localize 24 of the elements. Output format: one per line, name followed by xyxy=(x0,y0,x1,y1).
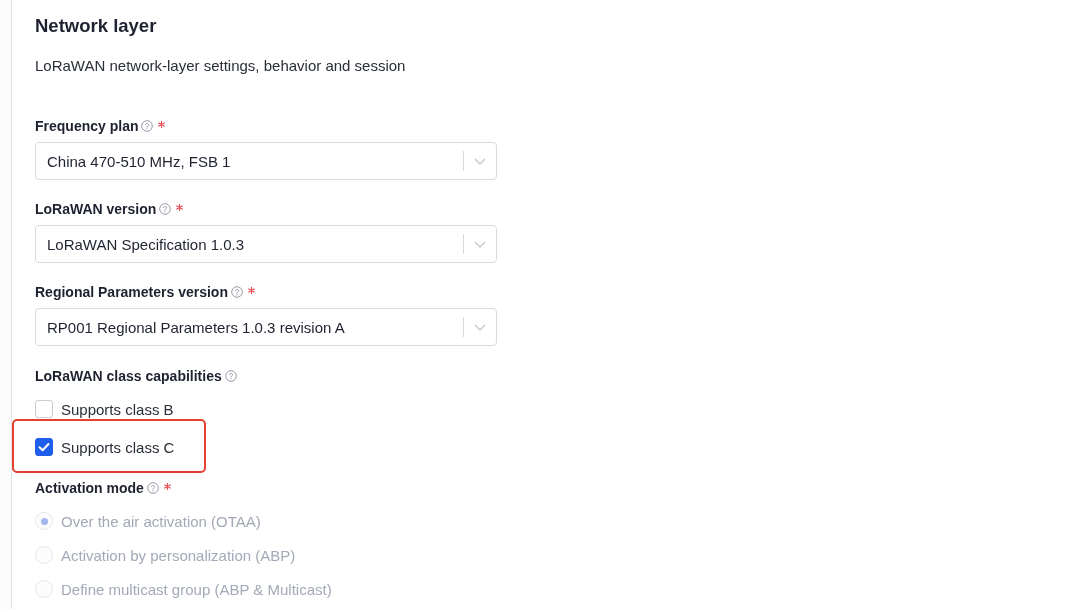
section-title: Network layer xyxy=(35,15,158,37)
checkbox-label: Supports class B xyxy=(61,400,174,418)
help-icon[interactable] xyxy=(159,203,172,215)
help-icon[interactable] xyxy=(224,370,237,382)
field-label: LoRaWAN class capabilities xyxy=(35,368,222,384)
help-icon[interactable] xyxy=(141,120,154,132)
chevron-icon xyxy=(474,240,486,248)
help-icon[interactable] xyxy=(146,482,159,494)
select-field[interactable]: RP001 Regional Parameters 1.0.3 revision A xyxy=(35,308,497,346)
select-field[interactable]: LoRaWAN Specification 1.0.3 xyxy=(35,225,497,263)
radio-label: Activation by personalization (ABP) xyxy=(61,546,296,564)
radio-label: Define multicast group (ABP & Multicast) xyxy=(61,580,332,598)
field-label: Frequency plan xyxy=(35,118,139,134)
chevron-icon xyxy=(474,323,486,331)
checkbox-label: Supports class C xyxy=(61,438,175,456)
help-icon[interactable] xyxy=(231,286,243,298)
field-label: Regional Parameters version xyxy=(35,284,228,300)
checkbox[interactable] xyxy=(35,438,53,456)
select-field[interactable]: China 470-510 MHz, FSB 1 xyxy=(35,142,497,180)
field-label: Activation mode xyxy=(35,480,144,496)
section-description: LoRaWAN network-layer settings, behavior and session xyxy=(35,56,407,76)
field-label: LoRaWAN version xyxy=(35,201,157,217)
radio-label: Over the air activation (OTAA) xyxy=(61,512,261,530)
chevron-icon xyxy=(474,157,486,165)
